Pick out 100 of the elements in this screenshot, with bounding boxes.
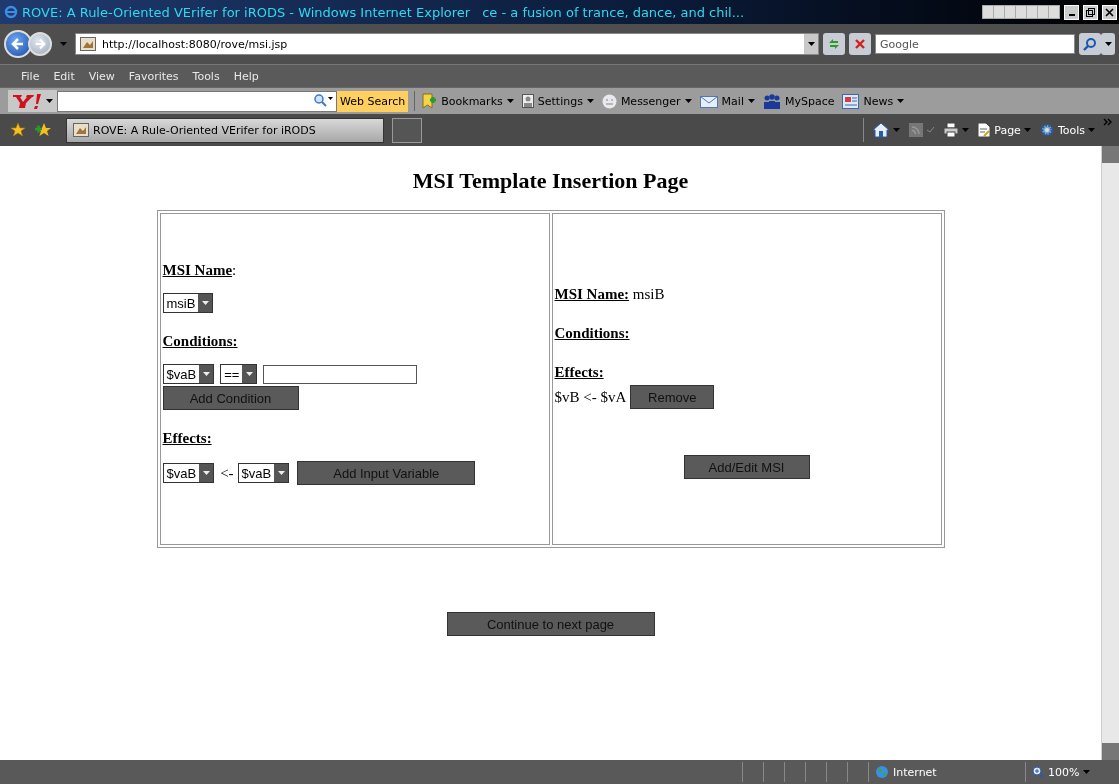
caret-icon [245,372,253,376]
toolbar-button[interactable]: News [842,93,905,109]
caret-icon [277,471,285,475]
zoom-button[interactable]: 100% [1025,762,1105,782]
toolbar-button[interactable]: Settings [521,94,594,108]
page-heading: MSI Template Insertion Page [412,168,689,194]
toolbar-button[interactable]: MySpace [762,93,835,109]
add-favorite-icon[interactable] [34,122,52,138]
newspaper-icon [842,93,860,109]
browser-logo-icon [4,5,18,19]
caret-icon [46,99,53,103]
feed-icon [908,122,925,138]
section-heading: Conditions: [162,333,238,350]
caret-icon [897,99,905,103]
caret-icon [1104,42,1112,46]
envelope-icon [699,94,718,108]
toolbar-button[interactable]: Messenger [601,93,692,109]
field-label: MSI Name: [162,262,237,279]
assignment-arrow: <- [220,464,234,482]
restore-icon [1086,7,1095,17]
search-icon[interactable] [313,94,333,108]
caret-icon [586,99,594,103]
search-field[interactable] [57,90,337,112]
page-menu-button[interactable]: Page [977,122,1031,138]
menu-item[interactable]: Favorites [121,69,186,83]
home-icon [872,122,891,138]
media-ticker: ce - a fusion of trance, dance, and chil... [482,4,746,20]
feeds-button[interactable] [908,122,936,138]
caret-icon [1088,128,1095,132]
page-icon [80,37,96,51]
vertical-scrollbar[interactable] [1101,146,1119,760]
toolbar-button[interactable]: Mail [699,94,755,108]
forward-arrow-icon [33,37,47,51]
close-icon [854,38,866,50]
globe-icon [875,765,889,779]
settings-icon [521,94,534,108]
caret-icon [202,372,210,376]
window-title: ROVE: A Rule-Oriented VErifer for iRODS - Windows Internet Explorer [22,4,471,20]
target-variable-dropdown[interactable]: $vaB [162,463,215,483]
caret-icon [201,301,209,305]
caret-icon [202,471,210,475]
stop-button[interactable] [849,33,871,55]
close-icon [1105,7,1114,17]
caret-icon [807,42,815,46]
section-heading: Effects: [162,430,212,447]
menu-item[interactable]: Tools [185,69,227,83]
gear-icon [1038,122,1055,138]
search-button[interactable] [1079,33,1101,55]
refresh-icon [827,37,841,51]
people-icon [762,93,781,109]
favorites-star-icon[interactable] [10,122,26,138]
address-field[interactable]: http://localhost:8080/rove/msi.jsp [75,33,819,55]
new-tab-button[interactable] [392,117,422,143]
caret-icon [684,99,692,103]
caret-icon [506,99,514,103]
section-heading: Conditions: [554,325,630,342]
toolbar-button[interactable]: Bookmarks [421,93,514,109]
tools-menu-button[interactable]: Tools [1038,122,1095,138]
minimize-button[interactable] [1064,4,1079,20]
caret-icon [1023,128,1031,132]
web-search-button[interactable]: Web Search [337,90,409,112]
menu-item[interactable]: View [81,69,122,83]
menu-item[interactable]: File [14,69,47,83]
msi-name-dropdown[interactable]: msiB [162,293,214,313]
msi-name-value: msiB [632,286,665,302]
effect-text: $vB <- $vA [554,388,627,406]
condition-value-field[interactable] [263,364,418,384]
check-icon [927,127,936,133]
caret-icon [962,128,970,132]
search-field[interactable]: Google [875,34,1075,54]
search-options-button[interactable] [1101,33,1115,55]
printer-icon [943,122,960,138]
caret-icon [60,42,67,46]
caret-icon [747,99,755,103]
logo [12,93,42,109]
back-arrow-icon [10,36,26,52]
operator-dropdown[interactable]: == [220,364,258,384]
restore-button[interactable] [1083,4,1098,20]
back-button[interactable] [4,30,32,58]
variable-dropdown[interactable]: $vaB [162,364,215,384]
page-icon [73,123,89,137]
dropdown-button[interactable] [804,34,818,54]
home-button[interactable] [872,122,901,138]
search-icon [1083,37,1097,51]
print-button[interactable] [943,122,970,138]
browser-tab[interactable]: ROVE: A Rule-Oriented VErifer for iRODS [66,117,384,143]
field-label: MSI Name: [554,286,630,302]
document-icon [977,122,992,138]
caret-icon [1083,770,1091,774]
close-button[interactable] [1102,4,1117,20]
bookmark-plus-icon [421,93,438,109]
menu-item[interactable]: Edit [46,69,82,83]
menu-item[interactable]: Help [226,69,266,83]
zoom-icon [1032,766,1044,778]
source-variable-dropdown[interactable]: $vaB [237,463,290,483]
yahoo-logo-button[interactable] [8,90,57,112]
smiley-icon [601,93,617,109]
security-zone: Internet [893,765,937,779]
forward-button[interactable] [28,32,52,56]
caret-icon [893,128,901,132]
